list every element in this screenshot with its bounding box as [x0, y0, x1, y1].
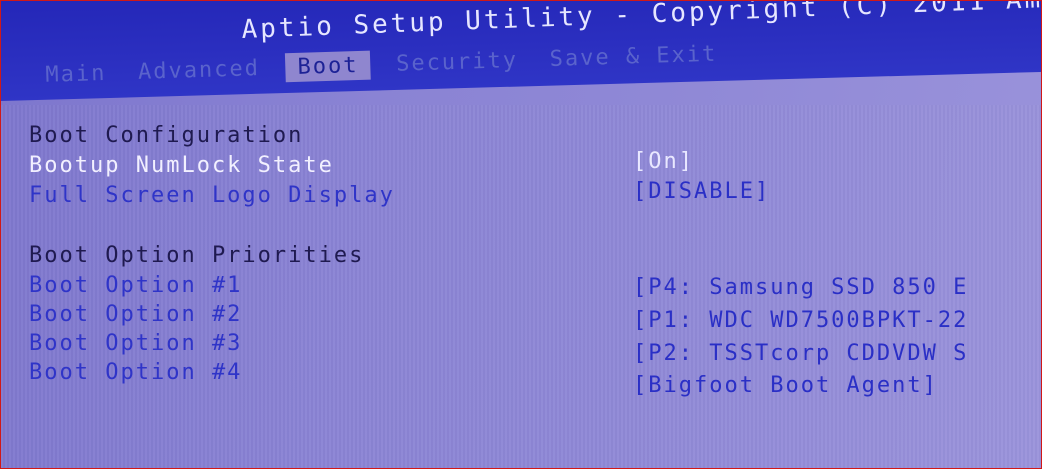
boot-option-3-label[interactable]: Boot Option #3 [29, 331, 242, 356]
boot-option-4-label[interactable]: Boot Option #4 [29, 360, 242, 385]
tab-security[interactable]: Security [390, 46, 525, 79]
full-screen-logo-display-label[interactable]: Full Screen Logo Display [29, 183, 395, 208]
tab-main[interactable]: Main [39, 59, 113, 90]
bios-screen: Aptio Setup Utility - Copyright (C) 2011… [0, 0, 1042, 469]
bootup-numlock-state-value[interactable]: [On] [633, 149, 694, 174]
boot-option-3-value[interactable]: [P2: TSSTcorp CDDVDW S [633, 341, 968, 366]
boot-option-4-value[interactable]: [Bigfoot Boot Agent] [633, 373, 938, 398]
boot-option-2-label[interactable]: Boot Option #2 [29, 302, 242, 327]
bootup-numlock-state-label[interactable]: Bootup NumLock State [29, 153, 334, 178]
boot-configuration-heading: Boot Configuration [29, 123, 304, 148]
boot-option-2-value[interactable]: [P1: WDC WD7500BPKT-22 [633, 308, 968, 333]
full-screen-logo-display-value[interactable]: [DISABLE] [633, 179, 770, 204]
tab-advanced[interactable]: Advanced [132, 54, 267, 87]
tab-boot[interactable]: Boot [285, 50, 371, 83]
boot-option-1-value[interactable]: [P4: Samsung SSD 850 E [633, 275, 968, 300]
boot-option-1-label[interactable]: Boot Option #1 [29, 273, 242, 298]
settings-panel: Boot Configuration Bootup NumLock State … [1, 105, 1041, 468]
tab-save-exit[interactable]: Save & Exit [543, 40, 724, 75]
boot-option-priorities-heading: Boot Option Priorities [29, 243, 365, 268]
